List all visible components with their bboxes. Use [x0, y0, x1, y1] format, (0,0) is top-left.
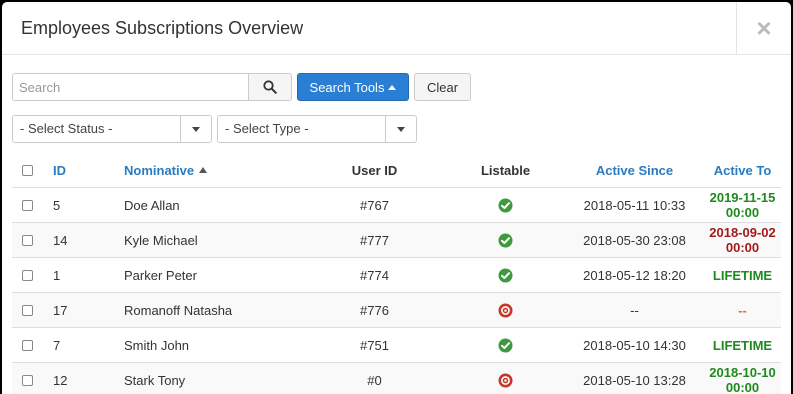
table-row[interactable]: 17 Romanoff Natasha #776 -- --: [12, 293, 781, 328]
table-row[interactable]: 7 Smith John #751 2018-05-10 14:30 LIFETIME: [12, 328, 781, 363]
type-dropdown-toggle[interactable]: [385, 116, 416, 142]
cell-active-since: 2018-05-10 14:30: [583, 337, 686, 353]
cell-active-since: 2018-05-10 13:28: [583, 372, 686, 388]
search-input[interactable]: [12, 73, 249, 101]
row-checkbox[interactable]: [21, 304, 33, 316]
table-row[interactable]: 1 Parker Peter #774 2018-05-12 18:20 LIFETIM…: [12, 258, 781, 293]
cell-nominative: Smith John: [124, 337, 190, 353]
row-checkbox[interactable]: [21, 199, 33, 211]
chevron-down-icon: [192, 126, 200, 132]
cell-active-to: --: [738, 302, 747, 318]
cell-listable: [446, 198, 565, 213]
check-circle-icon: [498, 198, 513, 212]
status-select-value: - Select Status -: [20, 121, 113, 136]
select-all-checkbox[interactable]: [21, 164, 33, 176]
cell-id: 1: [53, 267, 61, 283]
cell-listable: [446, 303, 565, 318]
search-tools-label: Search Tools: [309, 79, 385, 95]
column-header-active-to[interactable]: Active To: [704, 163, 781, 178]
row-checkbox[interactable]: [21, 234, 33, 246]
search-button[interactable]: [249, 73, 292, 101]
search-icon: [263, 80, 277, 94]
cell-active-to: 2018-09-02 00:00: [709, 225, 776, 255]
type-select[interactable]: - Select Type -: [217, 115, 417, 143]
cell-active-to: LIFETIME: [712, 267, 773, 283]
check-circle-icon: [498, 233, 513, 247]
check-circle-icon: [498, 268, 513, 282]
clear-button[interactable]: Clear: [414, 73, 471, 101]
cell-id: 17: [53, 302, 68, 318]
cell-user-id: #767: [360, 197, 389, 213]
subscriptions-modal: Employees Subscriptions Overview × Searc…: [2, 2, 791, 394]
type-select-value: - Select Type -: [225, 121, 309, 136]
status-select[interactable]: - Select Status -: [12, 115, 212, 143]
row-checkbox[interactable]: [21, 339, 33, 351]
cell-active-since: 2018-05-12 18:20: [583, 267, 686, 283]
cell-active-to: LIFETIME: [712, 337, 773, 353]
modal-header: Employees Subscriptions Overview ×: [2, 2, 791, 55]
cell-user-id: #751: [360, 337, 389, 353]
search-toolbar: Search Tools Clear: [12, 73, 471, 101]
caret-up-icon: [388, 84, 397, 90]
cell-id: 14: [53, 232, 68, 248]
row-checkbox[interactable]: [21, 374, 33, 386]
table-header: ID Nominative User ID Listable Active Si…: [12, 153, 781, 188]
cell-active-since: 2018-05-11 10:33: [583, 197, 686, 213]
stop-circle-icon: [498, 373, 513, 387]
column-header-listable: Listable: [480, 162, 531, 178]
cell-id: 12: [53, 372, 68, 388]
close-icon: ×: [756, 13, 772, 43]
sort-ascending-icon: [199, 166, 208, 173]
cell-nominative: Kyle Michael: [124, 232, 198, 248]
cell-active-to: 2019-11-15 00:00: [709, 190, 776, 220]
column-header-id[interactable]: ID: [42, 163, 113, 178]
row-checkbox[interactable]: [21, 269, 33, 281]
cell-user-id: #776: [360, 302, 389, 318]
modal-title: Employees Subscriptions Overview: [21, 18, 304, 38]
column-header-nominative[interactable]: Nominative: [113, 163, 303, 178]
cell-nominative: Romanoff Natasha: [124, 302, 233, 318]
cell-nominative: Stark Tony: [124, 372, 186, 388]
table-row[interactable]: 5 Doe Allan #767 2018-05-11 10:33 2019-11-15…: [12, 188, 781, 223]
cell-active-since: --: [630, 302, 639, 318]
column-header-nominative-label: Nominative: [124, 162, 195, 178]
cell-listable: [446, 233, 565, 248]
stop-circle-icon: [498, 303, 513, 317]
cell-id: 5: [53, 197, 61, 213]
close-button[interactable]: ×: [736, 2, 791, 55]
table-body: 5 Doe Allan #767 2018-05-11 10:33 2019-11-15…: [12, 188, 781, 394]
cell-nominative: Parker Peter: [124, 267, 197, 283]
cell-user-id: #0: [367, 372, 382, 388]
column-header-user-id: User ID: [351, 162, 398, 178]
cell-active-since: 2018-05-30 23:08: [583, 232, 686, 248]
cell-listable: [446, 373, 565, 388]
cell-listable: [446, 268, 565, 283]
cell-id: 7: [53, 337, 61, 353]
cell-listable: [446, 338, 565, 353]
subscriptions-table: ID Nominative User ID Listable Active Si…: [12, 153, 781, 394]
column-header-active-since[interactable]: Active Since: [565, 163, 704, 178]
cell-user-id: #774: [360, 267, 389, 283]
filters-row: - Select Status - - Select Type -: [12, 115, 417, 143]
status-dropdown-toggle[interactable]: [180, 116, 211, 142]
cell-nominative: Doe Allan: [124, 197, 180, 213]
chevron-down-icon: [397, 126, 405, 132]
search-tools-button[interactable]: Search Tools: [297, 73, 409, 101]
table-row[interactable]: 14 Kyle Michael #777 2018-05-30 23:08 2018-0…: [12, 223, 781, 258]
cell-user-id: #777: [360, 232, 389, 248]
table-row[interactable]: 12 Stark Tony #0 2018-05-10 13:28 2018-10-10…: [12, 363, 781, 394]
check-circle-icon: [498, 338, 513, 352]
cell-active-to: 2018-10-10 00:00: [709, 365, 776, 394]
